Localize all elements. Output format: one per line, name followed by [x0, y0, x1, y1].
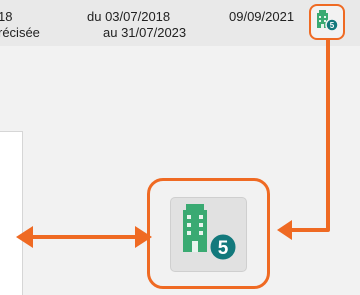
annotation-arrows: [16, 38, 330, 248]
arrow-head-right-icon: [277, 220, 292, 240]
arrow-head-right-icon: [135, 226, 152, 248]
arrow-head-left-icon: [16, 226, 33, 248]
connector-arrow: [288, 38, 330, 232]
